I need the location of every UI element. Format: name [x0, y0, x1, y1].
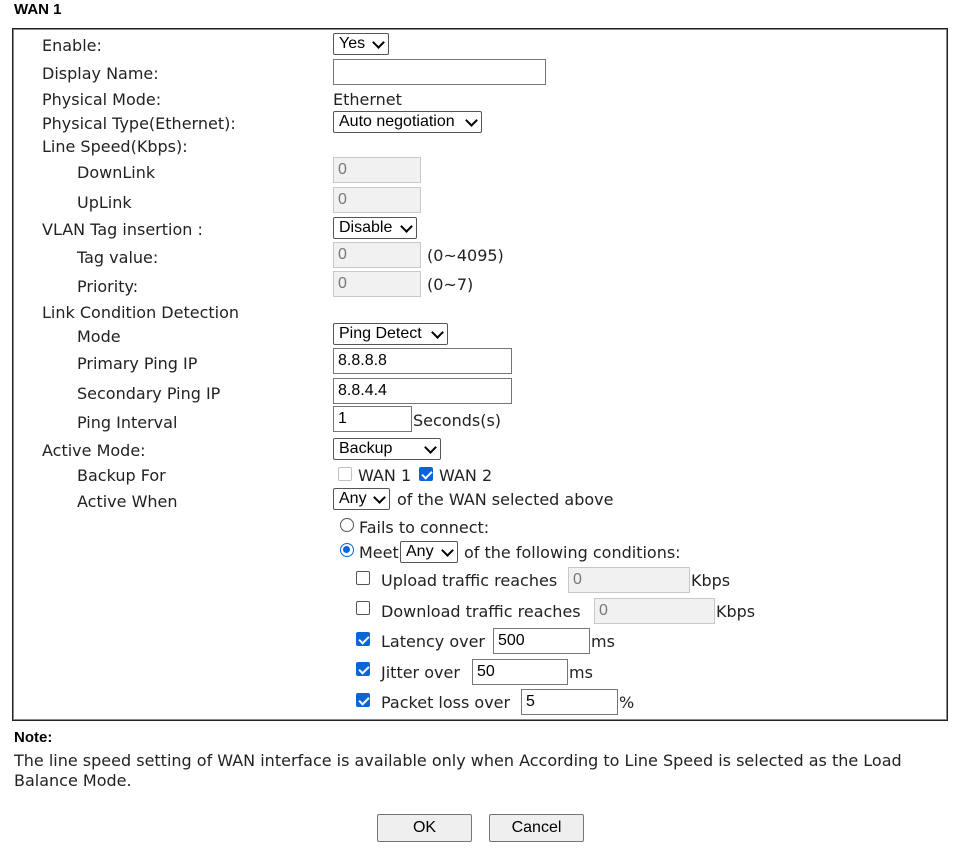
link-condition-detection-label: Link Condition Detection [42, 303, 240, 322]
chevron-down-icon [372, 36, 385, 49]
packet-loss-input[interactable]: 5 [521, 689, 618, 715]
chevron-down-icon [424, 441, 437, 454]
fails-to-connect-radio[interactable] [340, 518, 354, 532]
meet-select-value: Any [406, 543, 434, 560]
backup-for-wan2-label: WAN 2 [439, 466, 493, 485]
active-mode-label: Active Mode: [42, 441, 146, 460]
ping-interval-label: Ping Interval [77, 413, 178, 432]
backup-for-wan2-checkbox[interactable] [419, 467, 433, 481]
ok-button[interactable]: OK [377, 814, 472, 842]
ping-interval-unit: Seconds(s) [413, 411, 502, 430]
vlan-tag-insertion-label: VLAN Tag insertion : [42, 220, 203, 239]
primary-ping-ip-input[interactable]: 8.8.8.8 [333, 348, 512, 374]
latency-input[interactable]: 500 [493, 628, 590, 654]
priority-range: (0~7) [427, 275, 474, 294]
upload-traffic-unit: Kbps [691, 571, 731, 590]
upload-traffic-checkbox[interactable] [356, 571, 370, 585]
tag-value-label: Tag value: [77, 248, 159, 267]
section-title: WAN 1 [14, 1, 62, 18]
note-text: The line speed setting of WAN interface … [14, 751, 902, 790]
meet-select[interactable]: Any [400, 541, 458, 563]
active-when-suffix: of the WAN selected above [397, 490, 614, 509]
display-name-input[interactable] [333, 59, 546, 85]
physical-type-select[interactable]: Auto negotiation [333, 111, 482, 133]
active-when-select[interactable]: Any [333, 488, 390, 510]
mode-select[interactable]: Ping Detect [333, 323, 448, 345]
downlink-input[interactable]: 0 [333, 157, 421, 183]
uplink-input[interactable]: 0 [333, 187, 421, 213]
enable-label: Enable: [42, 36, 102, 55]
download-traffic-checkbox[interactable] [356, 601, 370, 615]
vlan-tag-insertion-select[interactable]: Disable [333, 217, 417, 239]
packet-loss-label: Packet loss over [381, 693, 511, 712]
chevron-down-icon [441, 544, 454, 557]
download-traffic-unit: Kbps [716, 602, 756, 621]
priority-input[interactable]: 0 [333, 271, 421, 297]
physical-type-label: Physical Type(Ethernet): [42, 114, 236, 133]
physical-mode-label: Physical Mode: [42, 90, 162, 109]
note-title: Note: [14, 729, 53, 746]
latency-unit: ms [591, 632, 615, 651]
jitter-input[interactable]: 50 [472, 659, 568, 685]
jitter-unit: ms [569, 663, 593, 682]
cancel-button[interactable]: Cancel [489, 814, 584, 842]
line-speed-label: Line Speed(Kbps): [42, 137, 188, 156]
upload-traffic-input[interactable]: 0 [568, 567, 690, 593]
chevron-down-icon [431, 326, 444, 339]
chevron-down-icon [400, 220, 413, 233]
priority-label: Priority: [77, 277, 139, 296]
fails-to-connect-label: Fails to connect: [359, 518, 490, 537]
uplink-label: UpLink [77, 193, 132, 212]
active-mode-select-value: Backup [339, 440, 393, 457]
downlink-label: DownLink [77, 163, 156, 182]
vlan-tag-insertion-select-value: Disable [339, 219, 393, 236]
physical-type-select-value: Auto negotiation [339, 113, 455, 130]
physical-mode-value: Ethernet [333, 90, 402, 109]
mode-select-value: Ping Detect [339, 325, 422, 342]
backup-for-label: Backup For [77, 466, 166, 485]
backup-for-wan1-checkbox[interactable] [338, 467, 352, 481]
chevron-down-icon [373, 491, 386, 504]
download-traffic-input[interactable]: 0 [594, 598, 715, 624]
primary-ping-ip-label: Primary Ping IP [77, 354, 198, 373]
active-when-select-value: Any [339, 490, 367, 507]
ping-interval-input[interactable]: 1 [333, 406, 412, 432]
packet-loss-unit: % [619, 693, 635, 712]
enable-select-value: Yes [339, 35, 366, 52]
chevron-down-icon [465, 114, 478, 127]
latency-label: Latency over [381, 632, 486, 651]
enable-select[interactable]: Yes [333, 33, 389, 55]
backup-for-wan1-label: WAN 1 [358, 466, 412, 485]
secondary-ping-ip-label: Secondary Ping IP [77, 384, 221, 403]
packet-loss-checkbox[interactable] [356, 693, 370, 707]
tag-value-input[interactable]: 0 [333, 242, 421, 268]
upload-traffic-label: Upload traffic reaches [381, 571, 558, 590]
meet-radio[interactable] [340, 543, 354, 557]
active-mode-select[interactable]: Backup [333, 438, 441, 460]
download-traffic-label: Download traffic reaches [381, 602, 581, 621]
secondary-ping-ip-input[interactable]: 8.8.4.4 [333, 378, 512, 404]
meet-label: Meet [359, 543, 399, 562]
active-when-label: Active When [77, 492, 178, 511]
jitter-checkbox[interactable] [356, 662, 370, 676]
display-name-label: Display Name: [42, 64, 159, 83]
jitter-label: Jitter over [381, 663, 460, 682]
tag-value-range: (0~4095) [427, 246, 504, 265]
mode-label: Mode [77, 327, 121, 346]
meet-suffix: of the following conditions: [464, 543, 681, 562]
latency-checkbox[interactable] [356, 632, 370, 646]
